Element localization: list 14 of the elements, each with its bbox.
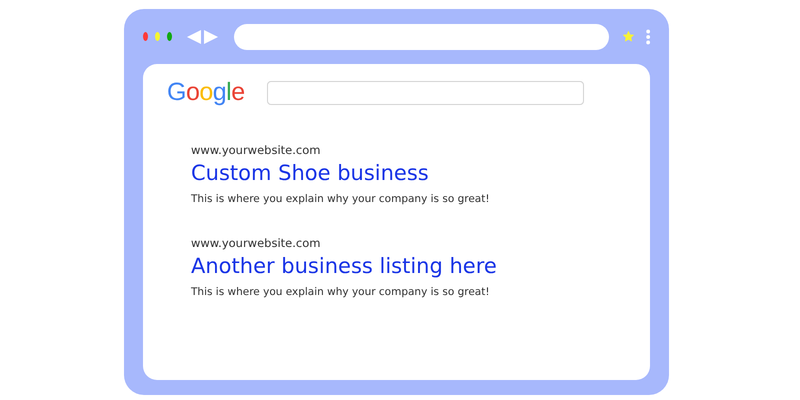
window-control-dot[interactable]	[166, 32, 172, 41]
result-url: www.yourwebsite.com	[191, 236, 322, 250]
result-description: This is where you explain why your company is so great!	[191, 193, 491, 205]
result-url: www.yourwebsite.com	[191, 143, 322, 157]
result-title-link[interactable]: Another business listing here	[191, 254, 626, 278]
forward-icon[interactable]	[204, 30, 218, 44]
logo: Google	[167, 78, 245, 107]
address-bar[interactable]	[234, 24, 609, 50]
back-icon[interactable]	[186, 30, 201, 44]
result-title-link[interactable]: Custom Shoe business	[191, 161, 626, 185]
result-description: This is where you explain why your company is so great!	[191, 286, 491, 298]
window-control-dot[interactable]	[154, 32, 160, 41]
search-field[interactable]	[266, 80, 584, 104]
window-control-dot[interactable]	[143, 32, 148, 41]
